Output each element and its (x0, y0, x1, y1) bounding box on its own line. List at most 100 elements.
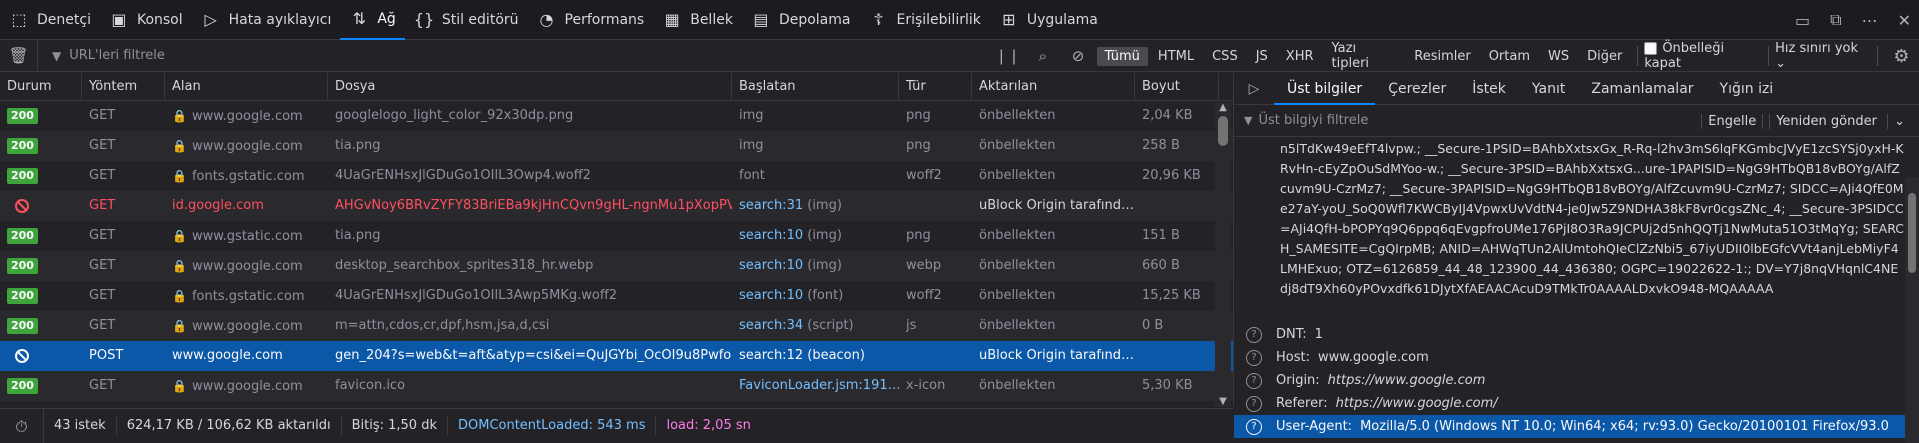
initiator-link[interactable]: search:34 (739, 318, 803, 333)
tab-application[interactable]: ⊞ Uygulama (990, 0, 1107, 40)
table-row[interactable]: GET id.google.com AHGvNoy6BRvZYFY83BriEBa9… (0, 191, 1233, 221)
type-filter-media[interactable]: Ortam (1481, 47, 1538, 66)
type-filter-html[interactable]: HTML (1150, 47, 1202, 66)
type-filter-js[interactable]: JS (1248, 47, 1276, 66)
help-icon[interactable]: ? (1246, 395, 1262, 412)
tab-response[interactable]: Yanıt (1519, 73, 1578, 105)
initiator-cause: (img) (807, 258, 842, 273)
toggle-sidebar-icon[interactable]: ▷ (1234, 81, 1274, 97)
search-icon[interactable]: ⌕ (1025, 47, 1060, 65)
tab-timings[interactable]: Zamanlamalar (1578, 73, 1706, 105)
cell-file: tia.png (335, 228, 381, 243)
tab-accessibility[interactable]: ☦ Erişilebilirlik (859, 0, 989, 40)
cell-type: x-icon (906, 378, 946, 393)
tab-memory[interactable]: ▦ Bellek (653, 0, 742, 40)
column-method[interactable]: Yöntem (82, 73, 165, 100)
initiator-link[interactable]: search:10 (739, 228, 803, 243)
initiator-link[interactable]: search:10 (739, 258, 803, 273)
help-icon[interactable]: ? (1246, 326, 1262, 343)
column-type[interactable]: Tür (899, 73, 972, 100)
header-row[interactable]: ? Host: www.google.com (1234, 346, 1919, 369)
type-filter-css[interactable]: CSS (1204, 47, 1246, 66)
table-scrollbar[interactable]: ▲ ▼ (1215, 102, 1231, 407)
cell-size: 0 B (1142, 318, 1164, 333)
help-icon[interactable]: ? (1246, 349, 1262, 366)
table-row[interactable]: 200 GET 🔒 www.google.com desktop_searchbox_s… (0, 251, 1233, 281)
cell-type: woff2 (906, 288, 942, 303)
block-button[interactable]: Engelle (1701, 113, 1762, 129)
scroll-up-icon[interactable]: ▲ (1215, 102, 1231, 113)
initiator-link[interactable]: search:12 (739, 348, 803, 363)
more-options-icon[interactable]: ⋯ (1862, 11, 1878, 30)
header-row[interactable]: ? DNT: 1 (1234, 323, 1919, 346)
tab-cookies[interactable]: Çerezler (1375, 73, 1459, 105)
disable-cache-checkbox[interactable]: Önbelleği kapat (1644, 41, 1762, 71)
tab-stack-trace[interactable]: Yığın izi (1707, 73, 1787, 105)
cell-file: tia.png (335, 138, 381, 153)
dock-icon[interactable]: ▭ (1795, 11, 1810, 30)
table-row[interactable]: 200 GET 🔒 fonts.gstatic.com 4UaGrENHsxJlGDuG… (0, 161, 1233, 191)
scrollbar-thumb[interactable] (1908, 193, 1916, 273)
cell-method: GET (89, 168, 116, 183)
header-row[interactable]: ? Referer: https://www.google.com/ (1234, 392, 1919, 415)
help-icon[interactable]: ? (1246, 418, 1262, 435)
headers-filter-input[interactable]: ▼ Üst bilgiyi filtrele Engelle Yeniden g… (1234, 105, 1919, 137)
block-icon[interactable]: ⊘ (1060, 47, 1095, 65)
initiator-link[interactable]: FaviconLoader.jsm:191… (739, 378, 899, 393)
column-transferred[interactable]: Aktarılan (972, 73, 1135, 100)
pause-icon[interactable]: ❘❘ (990, 47, 1025, 65)
table-row[interactable]: 200 GET 🔒 www.google.com favicon.ico FaviconL… (0, 371, 1233, 401)
resend-button[interactable]: Yeniden gönder ⌄ (1762, 113, 1917, 129)
initiator-link[interactable]: search:31 (739, 198, 803, 213)
tab-performance[interactable]: ◔ Performans (528, 0, 654, 40)
tab-headers[interactable]: Üst bilgiler (1274, 73, 1376, 105)
header-name: DNT: (1276, 327, 1307, 342)
column-status[interactable]: Durum (0, 73, 82, 100)
tab-storage[interactable]: ▤ Depolama (742, 0, 860, 40)
scroll-down-icon[interactable]: ▼ (1215, 396, 1231, 407)
tab-debugger[interactable]: ▷ Hata ayıklayıcı (192, 0, 341, 40)
column-size[interactable]: Boyut (1135, 73, 1219, 100)
status-badge: 200 (7, 168, 38, 184)
column-initiator[interactable]: Başlatan (732, 73, 899, 100)
table-row[interactable]: 200 GET 🔒 www.google.com m=attn,cdos,cr,dpf,… (0, 311, 1233, 341)
cell-type: js (906, 318, 917, 333)
tab-network[interactable]: ⇅ Ağ (340, 0, 405, 40)
cell-initiator: img (732, 131, 899, 161)
table-row[interactable]: 200 GET 🔒 fonts.gstatic.com 4UaGrENHsxJlGDuG… (0, 281, 1233, 311)
url-filter-input[interactable]: ▼ URL'leri filtrele (38, 40, 978, 72)
table-row[interactable]: 200 GET 🔒 www.gstatic.com tia.png search:10 (… (0, 221, 1233, 251)
type-filter-images[interactable]: Resimler (1406, 47, 1478, 66)
table-row[interactable]: 200 GET 🔒 www.google.com googlelogo_light_co… (0, 101, 1233, 131)
column-file[interactable]: Dosya (328, 73, 732, 100)
cell-status (0, 341, 82, 371)
close-icon[interactable]: ✕ (1898, 11, 1911, 30)
tab-console[interactable]: ▣ Konsol (100, 0, 192, 40)
table-row[interactable]: POST www.google.com gen_204?s=web&t=aft&at… (0, 341, 1233, 371)
type-filter-ws[interactable]: WS (1540, 47, 1577, 66)
header-row[interactable]: ? User-Agent: Mozilla/5.0 (Windows NT 10.0… (1234, 415, 1919, 438)
column-domain[interactable]: Alan (165, 73, 328, 100)
initiator-cause: (img) (807, 228, 842, 243)
type-filter-fonts[interactable]: Yazı tipleri (1324, 39, 1405, 73)
help-icon[interactable]: ? (1246, 372, 1262, 389)
initiator-link[interactable]: search:10 (739, 288, 803, 303)
initiator-cause: (beacon) (807, 348, 865, 363)
separate-window-icon[interactable]: ⧉ (1830, 10, 1841, 30)
details-scrollbar[interactable] (1905, 177, 1919, 443)
lock-icon: 🔒 (172, 109, 187, 123)
performance-analysis-icon[interactable]: ⏱ (0, 408, 44, 443)
tab-style-editor[interactable]: {} Stil editörü (405, 0, 528, 40)
gear-icon[interactable]: ⚙ (1884, 46, 1919, 67)
scrollbar-thumb[interactable] (1218, 116, 1228, 146)
type-filter-all[interactable]: Tümü (1096, 46, 1148, 66)
type-filter-xhr[interactable]: XHR (1278, 47, 1322, 66)
type-filter-other[interactable]: Diğer (1579, 47, 1630, 66)
table-row[interactable]: 200 GET 🔒 www.google.com tia.png img png önbell… (0, 131, 1233, 161)
trash-icon[interactable]: 🗑 (0, 39, 38, 72)
tab-inspector[interactable]: ⬚ Denetçi (0, 0, 100, 40)
throttle-select[interactable]: Hız sınırı yok ⌄ (1775, 41, 1871, 71)
tab-request[interactable]: İstek (1459, 73, 1519, 105)
cell-domain: 🔒 www.google.com (165, 251, 328, 281)
header-row[interactable]: ? Origin: https://www.google.com (1234, 369, 1919, 392)
